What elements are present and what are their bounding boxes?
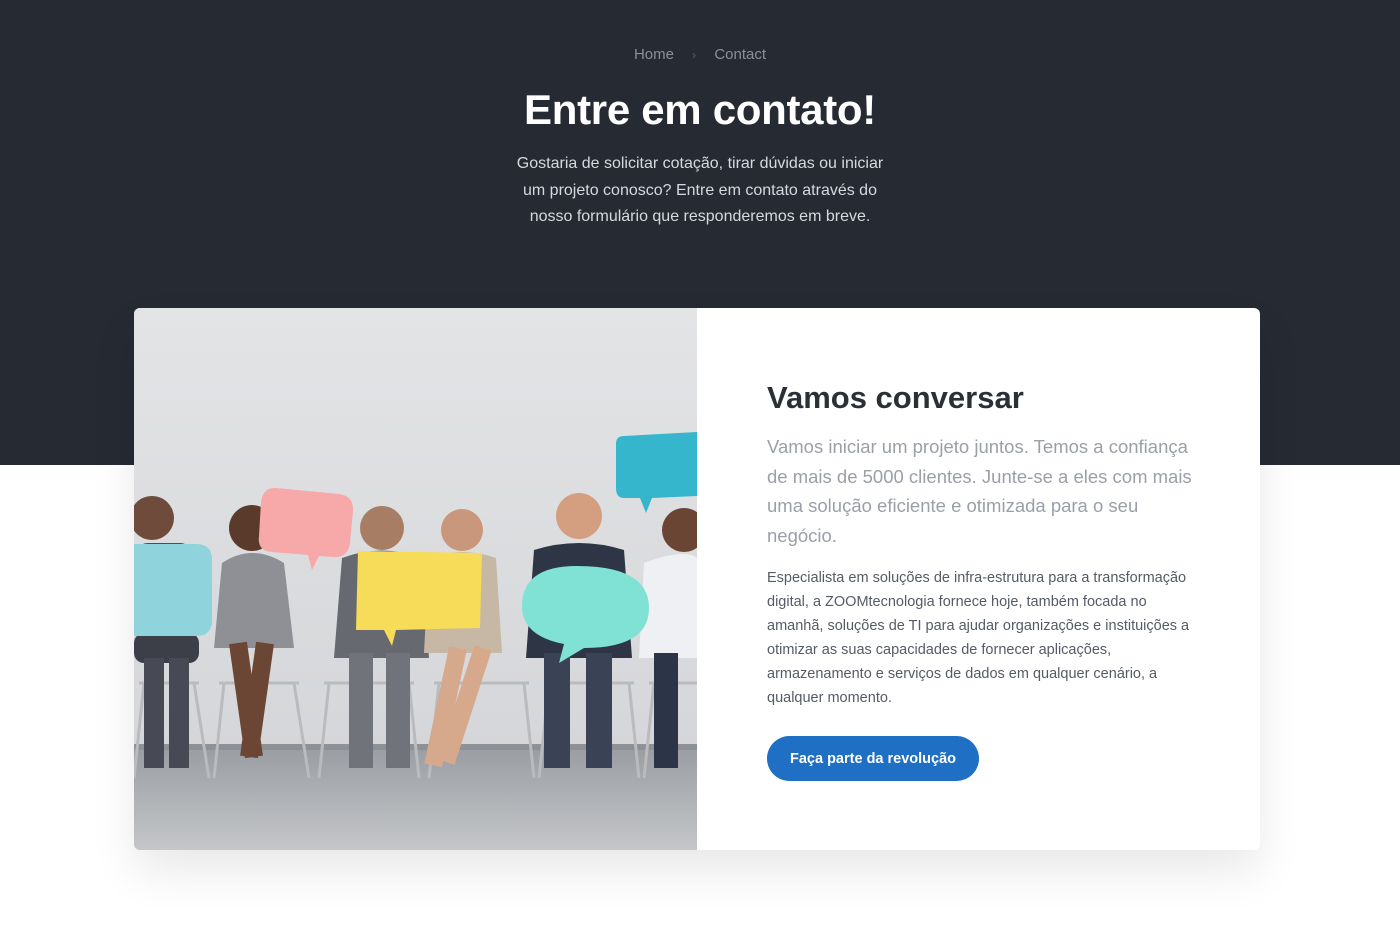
team-photo: [134, 308, 697, 850]
card-body: Especialista em soluções de infra-estrut…: [767, 570, 1190, 706]
breadcrumb: Home › Contact: [0, 46, 1400, 63]
breadcrumb-home-link[interactable]: Home: [634, 46, 674, 63]
breadcrumb-chevron-icon: ›: [692, 48, 697, 62]
breadcrumb-current[interactable]: Contact: [714, 46, 766, 63]
page-title: Entre em contato!: [524, 86, 876, 133]
hero-subtitle: Gostaria de solicitar cotação, tirar dúv…: [516, 155, 884, 225]
contact-card: Vamos conversar Vamos iniciar um projeto…: [134, 308, 1260, 850]
card-lead: Vamos iniciar um projeto juntos. Temos a…: [767, 436, 1192, 546]
card-title: Vamos conversar: [767, 380, 1024, 415]
join-revolution-button[interactable]: Faça parte da revolução: [767, 736, 980, 781]
